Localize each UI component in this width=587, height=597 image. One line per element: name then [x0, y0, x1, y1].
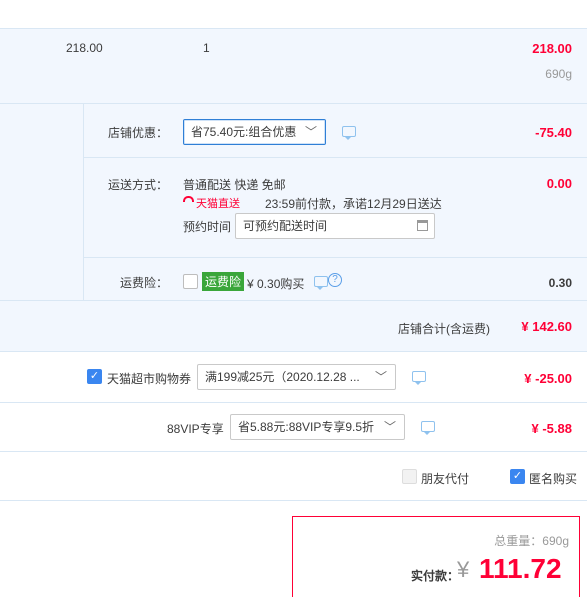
payment-summary: 总重量：690g 实付款： ¥ 111.72	[292, 516, 580, 597]
chevron-down-icon: ﹀	[374, 370, 387, 384]
chat-icon[interactable]	[314, 276, 328, 290]
insurance-amount: 0.30	[548, 276, 572, 290]
shop-discount-value: 省75.40元:组合优惠	[191, 125, 297, 139]
insurance-price: ¥ 0.30购买	[247, 277, 305, 291]
divider	[0, 500, 587, 501]
divider	[0, 402, 587, 403]
shop-discount-amount: -75.40	[535, 125, 572, 140]
total-weight: 总重量：690g	[494, 534, 569, 548]
tmall-cat-icon	[183, 196, 194, 202]
shipping-label: 运送方式：	[108, 178, 169, 192]
currency-symbol: ¥	[457, 557, 470, 582]
reserve-time-placeholder: 可预约配送时间	[243, 219, 328, 233]
shop-total-value: ¥ 142.60	[521, 319, 572, 334]
insurance-checkbox[interactable]	[183, 274, 198, 289]
item-weight: 690g	[545, 67, 572, 81]
insurance-label: 运费险：	[120, 276, 169, 290]
unit-price: 218.00	[66, 41, 103, 55]
shipping-method: 普通配送 快递 免邮	[183, 178, 286, 192]
tmall-direct-badge: 天猫直送	[196, 198, 240, 210]
coupon-select[interactable]: 满199减25元（2020.12.28 ... ﹀	[197, 364, 396, 390]
shop-total-label: 店铺合计(含运费)	[398, 322, 490, 336]
friend-pay-checkbox[interactable]	[402, 469, 417, 484]
coupon-checkbox[interactable]: ✓	[87, 369, 102, 384]
shipping-amount: 0.00	[546, 176, 572, 191]
anonymous-label: 匿名购买	[529, 472, 578, 486]
vip-amount: ¥ -5.88	[531, 421, 572, 436]
shop-panel: 店铺优惠： 省75.40元:组合优惠 ﹀ -75.40 运送方式： 普通配送 快…	[0, 103, 587, 352]
coupon-amount: ¥ -25.00	[524, 371, 572, 386]
chat-icon[interactable]	[421, 421, 435, 435]
vip-label: 88VIP专享	[167, 422, 224, 436]
divider	[84, 257, 587, 258]
chevron-down-icon: ﹀	[304, 125, 317, 139]
friend-pay-label: 朋友代付	[421, 472, 470, 486]
calendar-icon	[417, 220, 428, 231]
coupon-label: 天猫超市购物券	[107, 372, 192, 386]
chat-icon[interactable]	[342, 126, 356, 140]
pay-label: 实付款：	[411, 569, 460, 583]
chat-icon[interactable]	[412, 371, 426, 385]
item-row: 218.00 1 218.00 690g	[0, 29, 587, 103]
quantity: 1	[203, 41, 210, 55]
reserve-time-input[interactable]: 可预约配送时间	[235, 213, 435, 239]
insurance-tag: 运费险	[202, 272, 245, 291]
help-icon[interactable]: ?	[328, 273, 342, 287]
panel-divider	[83, 104, 84, 300]
shipping-promise: 23:59前付款，承诺12月29日送达	[265, 197, 442, 211]
shop-discount-label: 店铺优惠：	[108, 126, 169, 140]
vip-value: 省5.88元:88VIP专享9.5折	[238, 420, 375, 434]
pay-total: 111.72	[479, 553, 562, 584]
divider	[0, 300, 587, 301]
shop-discount-select[interactable]: 省75.40元:组合优惠 ﹀	[183, 119, 326, 145]
vip-select[interactable]: 省5.88元:88VIP专享9.5折 ﹀	[230, 414, 405, 440]
anonymous-checkbox[interactable]: ✓	[510, 469, 525, 484]
divider	[0, 451, 587, 452]
chevron-down-icon: ﹀	[383, 420, 396, 434]
item-subtotal: 218.00	[532, 41, 572, 56]
divider	[84, 157, 587, 158]
reserve-time-label: 预约时间	[183, 220, 232, 234]
coupon-value: 满199减25元（2020.12.28 ...	[205, 370, 360, 384]
